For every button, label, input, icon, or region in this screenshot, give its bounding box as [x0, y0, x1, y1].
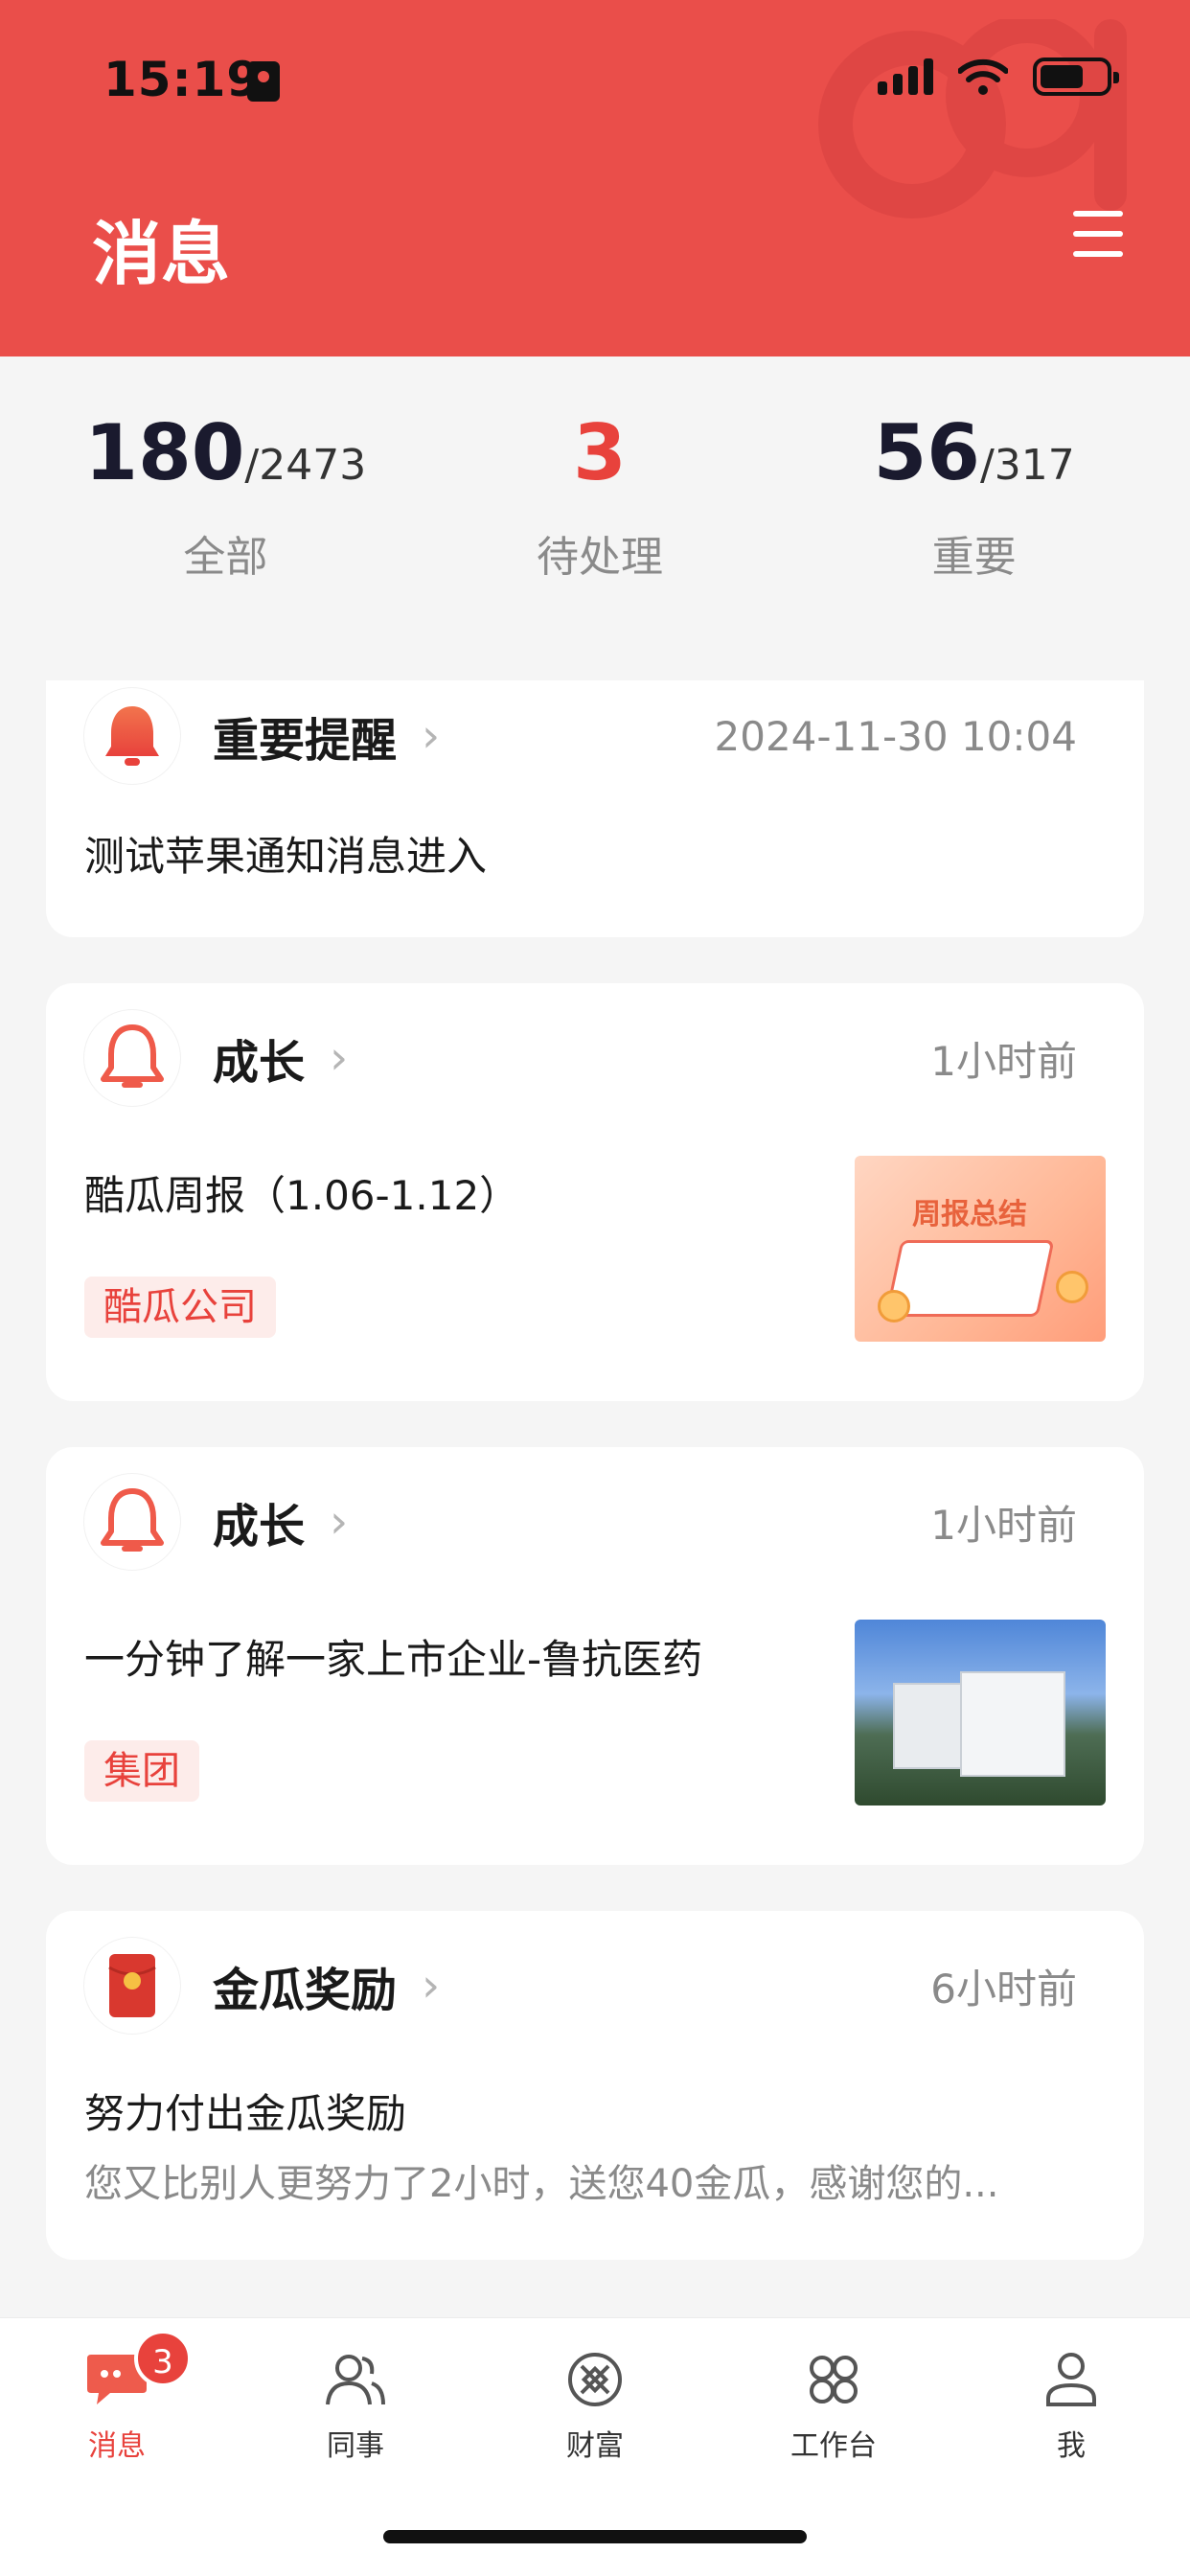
card-header: 金瓜奖励 › 6小时前 — [84, 1938, 1077, 2034]
menu-line — [1073, 211, 1123, 217]
card-title: 一分钟了解一家上市企业-鲁抗医药 — [84, 1636, 703, 1683]
red-envelope-icon — [84, 1938, 180, 2034]
message-card[interactable]: 成长 › 1小时前 酷瓜周报（1.06-1.12） 酷瓜公司 周报总结 — [46, 983, 1144, 1401]
card-subtitle: 您又比别人更努力了2小时，送您40金瓜，感谢您的... — [84, 2162, 999, 2206]
tab-label: 消息 — [88, 2429, 146, 2463]
card-time: 1小时前 — [930, 1037, 1077, 1085]
cellular-signal-icon — [878, 58, 933, 95]
message-card[interactable]: 重要提醒 › 2024-11-30 10:04 测试苹果通知消息进入 — [46, 680, 1144, 937]
status-indicators — [878, 58, 1119, 96]
report-book-icon — [884, 1240, 1055, 1317]
building-image — [960, 1671, 1065, 1777]
stat-value: 56 — [873, 408, 980, 497]
tab-label: 我 — [1057, 2429, 1086, 2463]
stat-value: 3 — [573, 408, 627, 497]
tab-me[interactable]: 我 — [975, 2341, 1167, 2464]
tab-workspace[interactable]: 工作台 — [738, 2341, 929, 2464]
card-title: 酷瓜周报（1.06-1.12） — [84, 1172, 520, 1219]
coin-icon — [1056, 1271, 1088, 1303]
stat-number: 3 — [573, 408, 627, 497]
header: 15:19 消息 — [0, 0, 1190, 356]
tab-wealth[interactable]: 财富 — [499, 2341, 691, 2464]
card-time: 6小时前 — [930, 1965, 1077, 2012]
tab-label: 财富 — [566, 2429, 624, 2463]
card-thumbnail[interactable]: 周报总结 — [855, 1156, 1106, 1342]
stat-total: /2473 — [244, 441, 367, 490]
card-category[interactable]: 重要提醒 — [213, 702, 397, 770]
menu-button[interactable] — [1073, 211, 1123, 257]
bell-outline-icon — [84, 1010, 180, 1106]
tab-colleagues[interactable]: 同事 — [260, 2341, 451, 2464]
card-title: 测试苹果通知消息进入 — [84, 833, 488, 880]
stat-label: 全部 — [183, 533, 268, 582]
card-title: 努力付出金瓜奖励 — [84, 2090, 407, 2137]
stat-number: 180 /2473 — [84, 408, 366, 497]
tab-messages[interactable]: 3 消息 — [21, 2330, 213, 2464]
workspace-icon — [795, 2341, 872, 2418]
bell-outline-icon — [84, 1474, 180, 1570]
menu-line — [1073, 231, 1123, 237]
bell-filled-icon — [84, 688, 180, 784]
stat-total: /317 — [979, 441, 1075, 490]
people-icon — [317, 2341, 394, 2418]
card-header: 成长 › 1小时前 — [84, 1010, 1077, 1106]
lock-icon — [247, 61, 280, 102]
person-icon — [1033, 2341, 1110, 2418]
home-indicator[interactable] — [383, 2530, 807, 2543]
chevron-right-icon: › — [330, 1031, 349, 1085]
card-tag: 酷瓜公司 — [84, 1276, 276, 1338]
card-category[interactable]: 成长 — [213, 1024, 305, 1092]
page-title: 消息 — [92, 214, 231, 294]
card-header: 重要提醒 › 2024-11-30 10:04 — [84, 688, 1077, 784]
message-card[interactable]: 金瓜奖励 › 6小时前 努力付出金瓜奖励 您又比别人更努力了2小时，送您40金瓜… — [46, 1911, 1144, 2260]
stat-pending[interactable]: 3 待处理 — [413, 356, 788, 644]
card-time: 1小时前 — [930, 1501, 1077, 1549]
stat-important[interactable]: 56 /317 重要 — [787, 356, 1190, 644]
tab-label: 同事 — [327, 2429, 384, 2463]
stat-number: 56 /317 — [874, 408, 1075, 497]
message-stats: 180 /2473 全部 3 待处理 56 /317 重要 — [0, 356, 1190, 644]
status-time: 15:19 — [103, 52, 262, 107]
card-header: 成长 › 1小时前 — [84, 1474, 1077, 1570]
battery-icon — [1033, 58, 1119, 96]
stat-label: 待处理 — [537, 533, 663, 582]
chat-icon: 3 — [79, 2330, 192, 2418]
thumbnail-text: 周报总结 — [912, 1198, 1027, 1231]
tab-label: 工作台 — [790, 2429, 877, 2463]
wifi-icon — [958, 58, 1008, 95]
chevron-right-icon: › — [330, 1495, 349, 1549]
message-card[interactable]: 成长 › 1小时前 一分钟了解一家上市企业-鲁抗医药 集团 — [46, 1447, 1144, 1865]
stat-value: 180 — [84, 408, 245, 497]
card-time: 2024-11-30 10:04 — [714, 712, 1077, 760]
chevron-right-icon: › — [422, 1959, 441, 2012]
card-tag: 集团 — [84, 1740, 199, 1802]
card-category[interactable]: 成长 — [213, 1488, 305, 1555]
menu-line — [1073, 251, 1123, 257]
card-category[interactable]: 金瓜奖励 — [213, 1952, 397, 2019]
chevron-right-icon: › — [422, 709, 441, 763]
coin-icon — [878, 1290, 910, 1322]
unread-badge: 3 — [134, 2330, 192, 2387]
stat-all[interactable]: 180 /2473 全部 — [0, 356, 413, 644]
wealth-icon — [557, 2341, 633, 2418]
stat-label: 重要 — [931, 533, 1017, 582]
card-thumbnail[interactable] — [855, 1620, 1106, 1806]
